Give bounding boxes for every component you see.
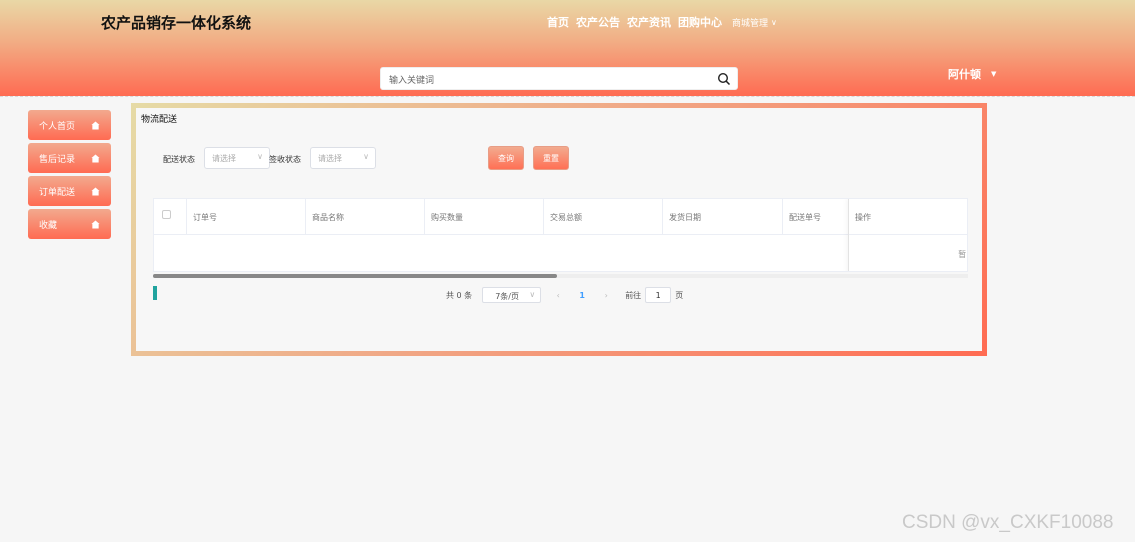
search-icon[interactable]	[717, 72, 731, 86]
current-page[interactable]: 1	[565, 291, 599, 300]
mall-management-dropdown[interactable]: 商城管理 ∨	[732, 16, 777, 29]
sidebar-item-profile[interactable]: 个人首页	[28, 110, 111, 140]
pagination: 共 0 条 7条/页 ∨ ‹ 1 › 前往 页	[446, 287, 683, 303]
operation-column: 操作 暂:	[848, 199, 968, 271]
chevron-down-icon: ∨	[257, 152, 263, 161]
accent-marker	[153, 286, 157, 300]
select-placeholder: 请选择	[212, 154, 236, 163]
chevron-down-icon: ∨	[771, 17, 777, 27]
page-size-value: 7条/页	[495, 292, 519, 301]
sidebar: 个人首页 售后记录 订单配送 收藏	[28, 110, 111, 242]
top-header: 农产品销存一体化系统 首页 农产公告 农产资讯 团购中心 商城管理 ∨ 阿什顿 …	[0, 0, 1135, 96]
column-header: 购买数量	[425, 199, 544, 235]
dropdown-label: 商城管理	[732, 18, 769, 29]
nav-home[interactable]: 首页	[547, 14, 569, 30]
nav-group-buy[interactable]: 团购中心	[678, 14, 722, 30]
total-count: 共 0 条	[446, 290, 473, 300]
home-icon	[91, 219, 100, 229]
home-icon	[91, 120, 100, 130]
select-placeholder: 请选择	[318, 154, 342, 163]
nav-announcements[interactable]: 农产公告	[576, 14, 620, 30]
column-header: 发货日期	[663, 199, 783, 235]
sidebar-item-after-sales[interactable]: 售后记录	[28, 143, 111, 173]
caret-down-icon: ▼	[991, 70, 997, 78]
watermark: CSDN @vx_CXKF10088	[902, 512, 1114, 533]
user-name: 阿什顿	[948, 68, 981, 81]
search-bar	[380, 67, 738, 92]
sidebar-item-label: 个人首页	[39, 121, 76, 132]
page-size-select[interactable]: 7条/页 ∨	[482, 287, 542, 303]
home-icon	[91, 186, 100, 196]
query-button[interactable]: 查询	[488, 146, 524, 170]
sidebar-item-label: 收藏	[39, 220, 58, 231]
page-suffix: 页	[675, 290, 684, 300]
select-all-column	[154, 199, 187, 235]
select-all-checkbox[interactable]	[162, 210, 171, 219]
filter-label-delivery-status: 配送状态	[163, 155, 195, 164]
column-header: 商品名称	[306, 199, 425, 235]
main-nav: 首页 农产公告 农产资讯 团购中心 商城管理 ∨	[547, 14, 777, 30]
home-icon	[91, 153, 100, 163]
sign-status-select[interactable]: 请选择 ∨	[310, 147, 376, 169]
sidebar-item-favorites[interactable]: 收藏	[28, 209, 111, 239]
search-input[interactable]	[381, 70, 701, 92]
column-header: 交易总额	[544, 199, 663, 235]
column-header: 操作	[849, 199, 967, 235]
table-header: 订单号 商品名称 购买数量 交易总额 发货日期 配送单号	[154, 199, 967, 235]
nav-news[interactable]: 农产资讯	[627, 14, 671, 30]
sidebar-item-label: 订单配送	[39, 187, 76, 198]
chevron-down-icon: ∨	[363, 152, 369, 161]
horizontal-scrollbar[interactable]	[153, 274, 557, 278]
column-header: 配送单号	[783, 199, 853, 235]
empty-text: 暂:	[958, 250, 968, 259]
header-divider	[0, 96, 1135, 97]
next-page-button[interactable]: ›	[599, 291, 613, 300]
delivery-status-select[interactable]: 请选择 ∨	[204, 147, 270, 169]
content-panel-body: 物流配送 配送状态 请选择 ∨ 签收状态 请选择 ∨ 查询 重置 订单号 商品名…	[136, 108, 982, 351]
user-menu[interactable]: 阿什顿 ▼	[948, 66, 996, 82]
chevron-down-icon: ∨	[529, 290, 536, 299]
reset-button[interactable]: 重置	[533, 146, 569, 170]
prev-page-button[interactable]: ‹	[551, 291, 565, 300]
sidebar-item-label: 售后记录	[39, 154, 76, 165]
column-header: 订单号	[187, 199, 306, 235]
sidebar-item-delivery[interactable]: 订单配送	[28, 176, 111, 206]
filter-label-sign-status: 签收状态	[269, 155, 301, 164]
app-title: 农产品销存一体化系统	[101, 14, 252, 32]
content-panel: 物流配送 配送状态 请选择 ∨ 签收状态 请选择 ∨ 查询 重置 订单号 商品名…	[131, 103, 987, 356]
data-table: 订单号 商品名称 购买数量 交易总额 发货日期 配送单号 操作 暂:	[153, 198, 968, 272]
goto-label: 前往	[625, 290, 642, 300]
page-title: 物流配送	[141, 115, 178, 125]
goto-page-input[interactable]	[645, 287, 672, 303]
